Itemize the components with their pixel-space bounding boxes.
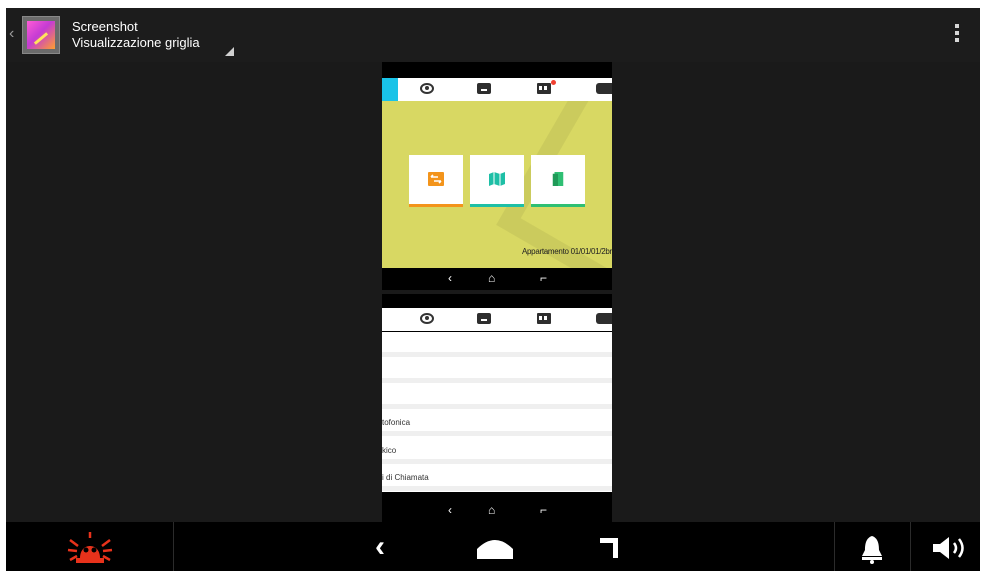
eye-icon (420, 313, 434, 324)
thumbnail-nav-bar: ‹ ⌂ ⌐ (382, 268, 612, 290)
volume-icon[interactable] (931, 535, 971, 561)
recents-icon: ⌐ (540, 503, 548, 517)
swap-icon (428, 172, 444, 186)
overflow-menu-icon[interactable] (954, 24, 960, 46)
door-icon (552, 172, 564, 186)
back-icon: ‹ (448, 271, 452, 285)
map-icon (489, 172, 505, 186)
screenshot-thumbnail[interactable]: tofonica kico i di Chiamata ‹ ⌂ ⌐ (382, 294, 612, 522)
thumbnail-nav-bar: ‹ ⌂ ⌐ (382, 500, 612, 522)
apartment-label: Appartamento 01/01/01/2br (522, 247, 612, 256)
home-icon: ⌂ (488, 271, 496, 285)
grid-content: Appartamento 01/01/01/2br ‹ ⌂ ⌐ tofonica (6, 62, 980, 522)
list-item: kico (382, 446, 397, 455)
notification-dot (551, 80, 556, 85)
recents-icon: ⌐ (540, 271, 548, 285)
back-icon: ‹ (448, 503, 452, 517)
view-mode-spinner[interactable]: Visualizzazione griglia (72, 35, 200, 50)
action-bar-title: Screenshot (72, 19, 138, 34)
thumbnail-toolbar (382, 78, 612, 101)
screenshot-thumbnail[interactable]: Appartamento 01/01/01/2br ‹ ⌂ ⌐ (382, 62, 612, 290)
back-button[interactable]: ‹ (368, 532, 392, 562)
up-navigation-icon[interactable]: ‹ (9, 26, 14, 42)
recents-icon (600, 538, 618, 558)
list-item: tofonica (382, 418, 411, 427)
chat-icon (596, 83, 612, 94)
navigation-bar: ‹ (6, 522, 980, 571)
thumbnail-toolbar (382, 308, 612, 331)
tile-door (531, 155, 585, 207)
home-icon (477, 540, 513, 559)
action-bar: ‹ Screenshot Visualizzazione griglia (6, 8, 980, 62)
bell-icon[interactable] (861, 534, 883, 564)
list-item: i di Chiamata (382, 473, 429, 482)
eye-icon (420, 83, 434, 94)
alarm-icon[interactable] (66, 530, 114, 564)
home-icon: ⌂ (488, 503, 496, 517)
screen: ‹ Screenshot Visualizzazione griglia App… (6, 8, 980, 571)
tile-swap (409, 155, 463, 207)
chat-icon (596, 313, 612, 324)
home-panel: Appartamento 01/01/01/2br (382, 101, 612, 268)
home-button[interactable] (475, 533, 515, 561)
gallery-app-icon[interactable] (22, 16, 60, 54)
intercom-icon (537, 313, 551, 324)
tile-map (470, 155, 524, 207)
video-icon (477, 83, 491, 94)
intercom-icon (537, 83, 551, 94)
recents-button[interactable] (596, 534, 624, 562)
settings-list: tofonica kico i di Chiamata (382, 332, 612, 492)
spinner-dropdown-icon[interactable] (225, 47, 234, 56)
video-icon (477, 313, 491, 324)
